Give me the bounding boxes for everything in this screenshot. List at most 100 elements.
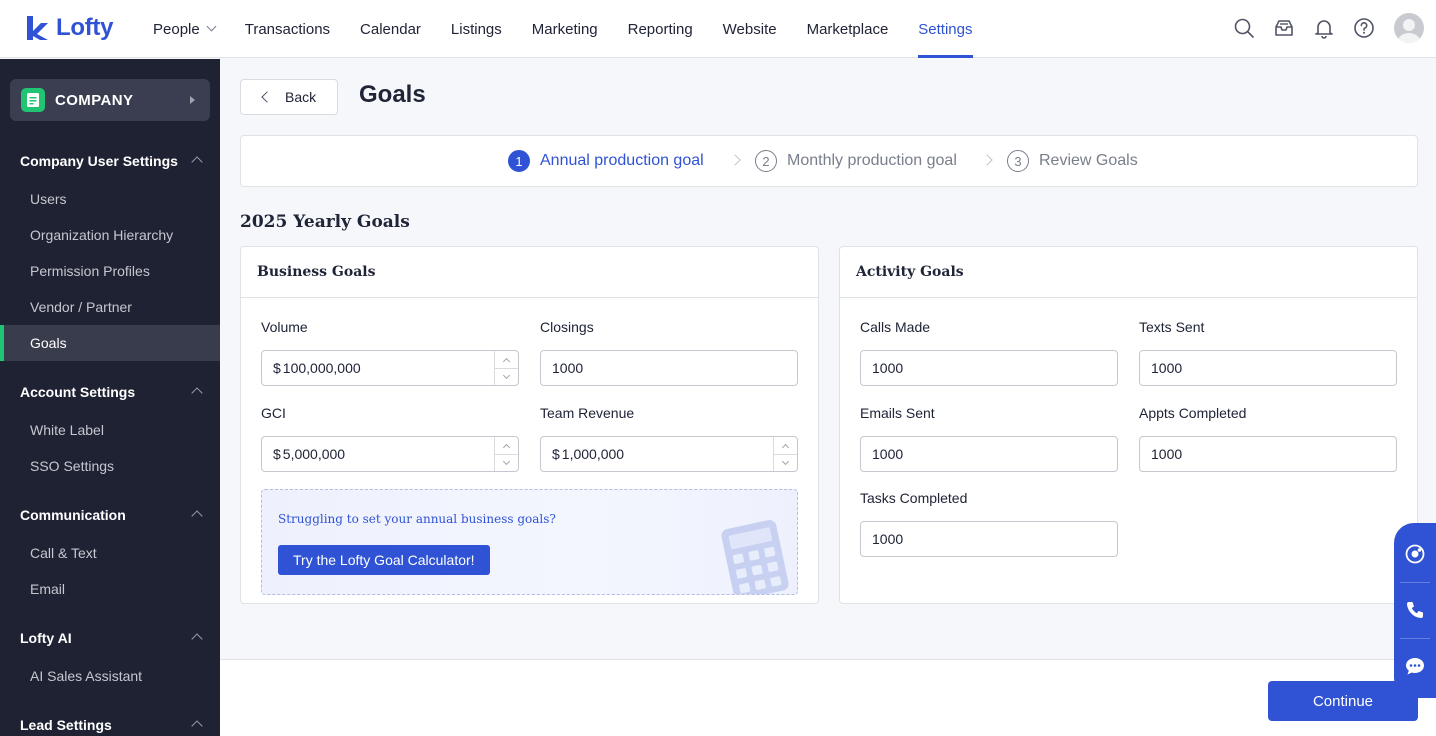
sidebar-item-organization-hierarchy[interactable]: Organization Hierarchy [0,217,220,253]
number-stepper [494,437,518,471]
goal-calculator-button[interactable]: Try the Lofty Goal Calculator! [278,545,490,575]
chevron-down-icon [781,457,790,466]
stepper-up-button[interactable] [495,437,518,454]
team-revenue-input[interactable]: $ 1,000,000 [540,436,798,472]
input-value: 1000 [872,446,904,462]
support-icon[interactable] [1394,526,1436,582]
field-label: Team Revenue [540,405,635,421]
stepper-up-button[interactable] [774,437,797,454]
sidebar-item-sso-settings[interactable]: SSO Settings [0,448,220,484]
step-number: 3 [1007,150,1029,172]
nav-marketplace[interactable]: Marketplace [792,0,904,58]
search-icon[interactable] [1232,16,1256,40]
step-number: 2 [755,150,777,172]
step-annual-production-goal[interactable]: 1 Annual production goal [508,136,704,186]
chevron-up-icon [502,357,511,365]
texts-sent-input[interactable]: 1000 [1139,350,1397,386]
calls-made-input[interactable]: 1000 [860,350,1118,386]
chevron-right-icon [729,154,741,166]
field-label: GCI [261,405,286,421]
input-value: 1000 [552,360,584,376]
nav-listings[interactable]: Listings [436,0,517,58]
inbox-icon[interactable] [1272,16,1296,40]
nav-calendar[interactable]: Calendar [345,0,436,58]
input-value: 1000 [1151,360,1183,376]
emails-sent-field: Emails Sent 1000 [860,405,1118,472]
sidebar-group-account-settings[interactable]: Account Settings [0,373,220,411]
sidebar-group-lead-settings[interactable]: Lead Settings [0,706,220,736]
chevron-down-icon [502,457,511,466]
step-monthly-production-goal[interactable]: 2 Monthly production goal [755,136,957,186]
closings-input[interactable]: 1000 [540,350,798,386]
calls-made-field: Calls Made 1000 [860,319,1118,386]
nav-transactions-label: Transactions [244,20,331,38]
step-review-goals[interactable]: 3 Review Goals [1007,136,1138,186]
tasks-completed-input[interactable]: 1000 [860,521,1118,557]
emails-sent-input[interactable]: 1000 [860,436,1118,472]
top-navigation: Lofty People Transactions Calendar Listi… [0,0,1436,58]
phone-icon[interactable] [1394,582,1436,638]
avatar[interactable] [1394,13,1424,43]
stepper-down-button[interactable] [495,454,518,471]
lofty-logo[interactable]: Lofty [24,14,113,42]
stepper-up-button[interactable] [495,351,518,368]
sidebar-item-users[interactable]: Users [0,181,220,217]
chevron-left-icon [261,91,273,103]
field-label: Tasks Completed [860,490,968,506]
stepper-down-button[interactable] [774,454,797,471]
appts-completed-field: Appts Completed 1000 [1139,405,1397,472]
gci-input[interactable]: $ 5,000,000 [261,436,519,472]
sidebar-group-company-user-settings[interactable]: Company User Settings [0,142,220,180]
nav-people[interactable]: People [138,0,230,58]
lofty-logo-icon [27,16,48,40]
sidebar-item-ai-sales-assistant[interactable]: AI Sales Assistant [0,658,220,694]
field-label: Volume [261,319,308,335]
sidebar-item-label: White Label [30,422,104,438]
sidebar-item-vendor-partner[interactable]: Vendor / Partner [0,289,220,325]
appts-completed-input[interactable]: 1000 [1139,436,1397,472]
company-label: COMPANY [55,91,134,109]
sidebar-item-label: AI Sales Assistant [30,668,143,684]
field-label: Texts Sent [1139,319,1205,335]
calculator-icon [721,520,789,594]
number-stepper [773,437,797,471]
currency-prefix: $ [273,446,281,462]
chevron-up-icon [191,387,203,399]
sidebar-item-white-label[interactable]: White Label [0,412,220,448]
card-title: Business Goals [241,247,818,298]
sidebar-group-communication[interactable]: Communication [0,496,220,534]
footer-bar: Continue [220,659,1436,736]
chevron-up-icon [191,510,203,522]
business-goals-card: Business Goals Volume $ 100,000,000 Clos… [240,246,819,604]
currency-prefix: $ [273,360,281,376]
company-switcher[interactable]: COMPANY [10,79,210,121]
sidebar-item-label: Vendor / Partner [30,299,132,315]
help-icon[interactable] [1352,16,1376,40]
sidebar-item-label: Users [30,191,67,207]
nav-listings-label: Listings [450,20,502,38]
sidebar-item-permission-profiles[interactable]: Permission Profiles [0,253,220,289]
sidebar-item-call-text[interactable]: Call & Text [0,535,220,571]
sidebar-item-label: Goals [30,335,67,351]
nav-transactions[interactable]: Transactions [230,0,345,58]
volume-input[interactable]: $ 100,000,000 [261,350,519,386]
nav-reporting[interactable]: Reporting [613,0,708,58]
nav-website[interactable]: Website [708,0,792,58]
stepper-down-button[interactable] [495,368,518,385]
back-button[interactable]: Back [240,79,338,115]
input-value: 100,000,000 [282,360,361,376]
nav-marketing[interactable]: Marketing [517,0,613,58]
goal-steps: 1 Annual production goal 2 Monthly produ… [240,135,1418,187]
field-label: Emails Sent [860,405,935,421]
sidebar-item-goals[interactable]: Goals [0,325,220,361]
chat-icon[interactable] [1394,638,1436,694]
bell-icon[interactable] [1312,16,1336,40]
sidebar-group-lofty-ai[interactable]: Lofty AI [0,619,220,657]
closings-field: Closings 1000 [540,319,798,386]
sidebar-item-email[interactable]: Email [0,571,220,607]
sidebar-group-label: Lead Settings [20,717,112,733]
chevron-right-icon [981,154,993,166]
card-title: Activity Goals [840,247,1417,298]
chevron-down-icon [206,21,217,32]
nav-settings[interactable]: Settings [903,0,987,58]
